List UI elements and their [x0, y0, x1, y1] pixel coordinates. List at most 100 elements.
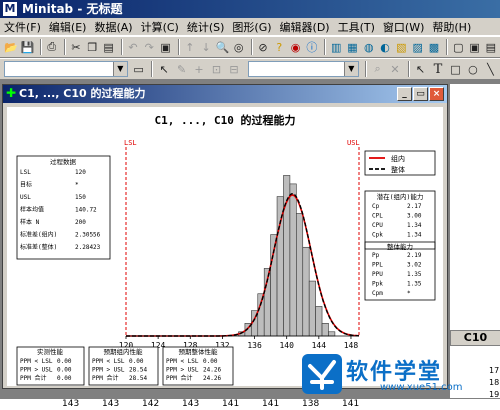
restore-button[interactable]: ▭ — [413, 87, 428, 101]
worksheet-cell[interactable]: 143 — [182, 399, 199, 409]
stat-value: 0.00 — [203, 358, 218, 365]
cut-icon[interactable]: ✂ — [69, 39, 83, 56]
worksheet-icon[interactable]: ▦ — [345, 39, 359, 56]
up-arrow-icon[interactable]: ↑ — [183, 39, 197, 56]
text-tool-icon[interactable]: T — [430, 61, 445, 78]
stat-key: 样本均值 — [20, 206, 44, 214]
copy-icon[interactable]: ❐ — [85, 39, 99, 56]
zoom-region-icon[interactable]: ⊡ — [209, 61, 224, 78]
layout-icon[interactable]: ▩ — [427, 39, 441, 56]
assistant-icon[interactable]: ◉ — [288, 39, 302, 56]
graph-window-icon: ✚ — [6, 86, 17, 100]
close-button[interactable]: × — [429, 87, 444, 101]
worksheet-cell[interactable]: 143 — [62, 399, 79, 409]
element-combo[interactable]: ▼ — [247, 61, 359, 77]
last-dialog-icon[interactable]: ▣ — [158, 39, 172, 56]
menu-data[interactable]: 数据(A) — [94, 19, 132, 35]
print-icon[interactable]: ⎙ — [45, 39, 59, 56]
stat-key: PPU — [372, 271, 383, 278]
menu-window[interactable]: 窗口(W) — [383, 19, 424, 35]
redo-icon[interactable]: ↷ — [142, 39, 156, 56]
line-tool-icon[interactable]: ╲ — [483, 61, 498, 78]
binoculars-icon[interactable]: ◎ — [232, 39, 246, 56]
worksheet-cell[interactable]: 143 — [102, 399, 119, 409]
session-icon[interactable]: ▥ — [329, 39, 343, 56]
worksheet-cell[interactable]: 141 — [222, 399, 239, 409]
menu-help[interactable]: 帮助(H) — [432, 19, 471, 35]
select-arrow-icon[interactable]: ↖ — [156, 61, 171, 78]
find-icon[interactable]: 🔍 — [215, 39, 230, 56]
worksheet-bottom-row[interactable]: 143 143 142 143 141 141 138 141 — [0, 398, 500, 410]
histogram-bar — [257, 293, 265, 337]
stat-key: CPU — [372, 222, 383, 229]
overall-curve — [126, 192, 359, 337]
open-icon[interactable]: 📂 — [4, 39, 18, 56]
rectangle-tool-icon[interactable]: □ — [448, 61, 463, 78]
toolbar-separator — [39, 39, 42, 55]
chevron-down-icon: ▼ — [112, 62, 127, 76]
stat-value: 1.35 — [407, 281, 422, 288]
worksheet-cell[interactable]: 141 — [262, 399, 279, 409]
down-arrow-icon[interactable]: ↓ — [199, 39, 213, 56]
menu-editor[interactable]: 编辑器(D) — [280, 19, 330, 35]
x-tick-label: 140 — [279, 341, 294, 350]
graph-window[interactable]: ✚ C1, ..., C10 的过程能力 _ ▭ × C1, ..., C10 … — [2, 84, 448, 389]
stat-value: 1.35 — [407, 271, 422, 278]
project-icon[interactable]: ◍ — [362, 39, 376, 56]
menu-tools[interactable]: 工具(T) — [338, 19, 375, 35]
clear-icon[interactable]: ✕ — [387, 61, 402, 78]
stat-key: Cp — [372, 203, 380, 210]
toolbar-separator — [364, 61, 367, 77]
cancel-icon[interactable]: ⊘ — [256, 39, 270, 56]
help-icon[interactable]: ? — [272, 39, 286, 56]
stat-key: Cpm — [372, 290, 383, 297]
crosshair-icon[interactable]: + — [191, 61, 206, 78]
report-icon[interactable]: ▧ — [394, 39, 408, 56]
worksheet-cell[interactable]: 142 — [142, 399, 159, 409]
x-tick-label: 136 — [247, 341, 262, 350]
zoom-icon[interactable]: ⌕ — [370, 61, 385, 78]
brush-icon[interactable]: ✎ — [174, 61, 189, 78]
column-header-c10[interactable]: C10 — [450, 330, 500, 346]
graph-canvas[interactable]: C1, ..., C10 的过程能力 过程数据 LSL 120 目标 * USL 150 样… — [7, 107, 443, 386]
menu-stat[interactable]: 统计(S) — [187, 19, 225, 35]
stat-key: PPM < LSL — [92, 358, 125, 365]
history-icon[interactable]: ◐ — [378, 39, 392, 56]
font-combo[interactable]: ▼ — [4, 61, 128, 77]
ellipse-tool-icon[interactable]: ○ — [465, 61, 480, 78]
new-graph-icon[interactable]: ▢ — [451, 39, 465, 56]
stat-key: PPM < LSL — [20, 358, 53, 365]
menu-edit[interactable]: 编辑(E) — [49, 19, 87, 35]
x-tick-label: 148 — [344, 341, 359, 350]
worksheet-cell[interactable]: 141 — [342, 399, 359, 409]
histogram-bar — [302, 246, 310, 337]
graph-icon[interactable]: ▨ — [411, 39, 425, 56]
menu-bar: 文件(F) 编辑(E) 数据(A) 计算(C) 统计(S) 图形(G) 编辑器(… — [0, 18, 500, 36]
graph-editing-toolbar: ▼ ▭ ↖ ✎ + ⊡ ⊟ ▼ ⌕ ✕ ↖ T □ ○ ╲ — [0, 58, 500, 80]
toolbar-separator — [177, 39, 180, 55]
stat-value: 2.28423 — [75, 244, 101, 251]
histogram-bar — [276, 196, 284, 337]
pointer-tool-icon[interactable]: ↖ — [413, 61, 428, 78]
stat-key: LSL — [20, 169, 31, 176]
graph-edit-icon[interactable]: ▤ — [484, 39, 498, 56]
graph-window-titlebar[interactable]: ✚ C1, ..., C10 的过程能力 _ ▭ × — [3, 85, 447, 103]
combo-expand-icon[interactable]: ▭ — [131, 61, 146, 78]
stat-value: * — [75, 182, 79, 189]
pan-icon[interactable]: ⊟ — [226, 61, 241, 78]
undo-icon[interactable]: ↶ — [126, 39, 140, 56]
toolbar-separator — [446, 39, 449, 55]
stat-value: 0.00 — [57, 367, 72, 374]
stat-key: PPM > USL — [92, 367, 125, 374]
info-icon[interactable]: ⓘ — [305, 39, 319, 56]
menu-calc[interactable]: 计算(C) — [141, 19, 179, 35]
stat-key: PPM > USL — [166, 367, 199, 374]
menu-file[interactable]: 文件(F) — [4, 19, 41, 35]
minimize-button[interactable]: _ — [397, 87, 412, 101]
stat-value: 150 — [75, 194, 86, 201]
save-icon[interactable]: 💾 — [20, 39, 35, 56]
graph-manage-icon[interactable]: ▣ — [467, 39, 481, 56]
paste-icon[interactable]: ▤ — [101, 39, 115, 56]
menu-graph[interactable]: 图形(G) — [232, 19, 271, 35]
worksheet-cell[interactable]: 138 — [302, 399, 319, 409]
